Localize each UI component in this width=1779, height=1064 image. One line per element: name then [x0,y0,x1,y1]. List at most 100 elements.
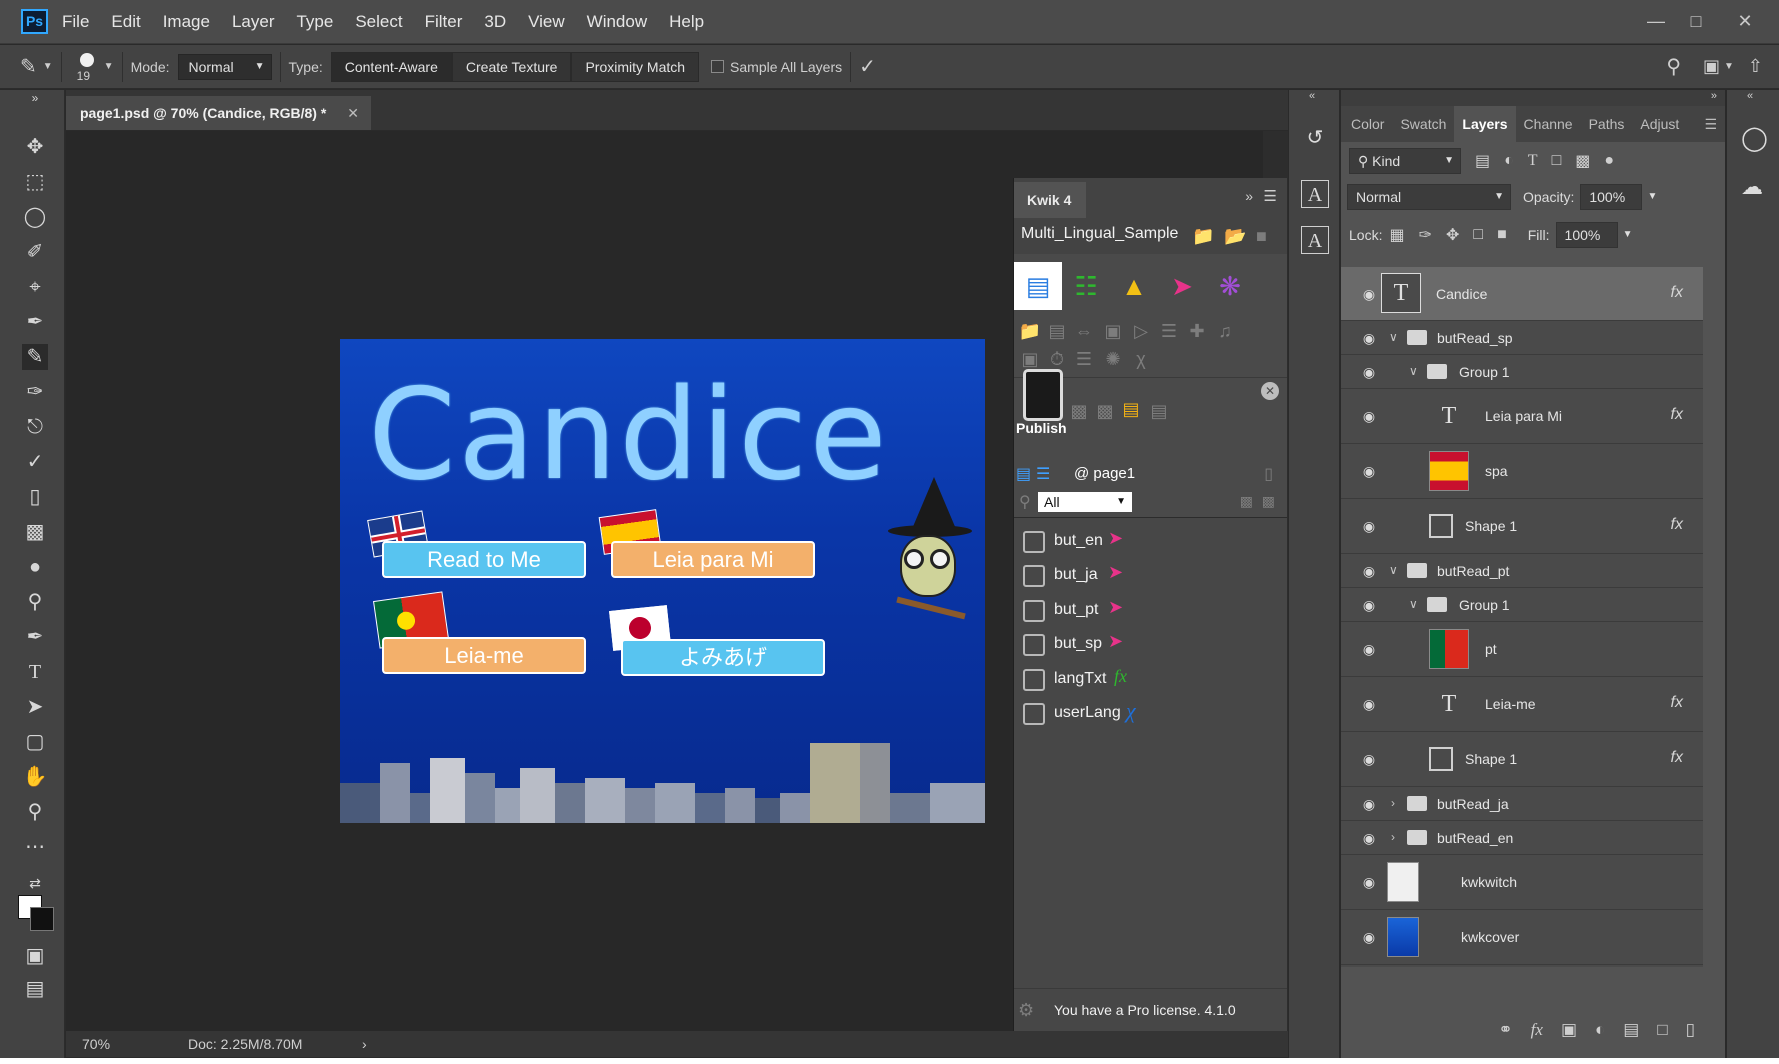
filter-toggle-icon[interactable]: ● [1604,152,1614,170]
leia-me-button[interactable]: Leia-me [382,637,586,674]
pressure-icon[interactable]: ✓ [859,54,876,79]
chevron-down-icon[interactable]: ∨ [1389,563,1398,577]
tab-channels[interactable]: Channe [1516,106,1581,142]
list-item[interactable]: langTxt fx [1014,662,1287,696]
kwik-image-icon[interactable]: ▣ [1100,318,1126,344]
eye-icon[interactable]: ◉ [1359,462,1379,480]
eye-icon[interactable]: ◉ [1359,873,1379,891]
eye-icon[interactable]: ◉ [1359,795,1379,813]
history-panel-icon[interactable]: ↺ [1301,124,1329,152]
menu-image[interactable]: Image [163,12,210,32]
kwik-page-row[interactable]: ▤ ☰ @ page1 ▯ [1014,462,1287,488]
layer-row[interactable]: ◉ T Leia-me fx [1341,677,1703,732]
layer-row[interactable]: ◉ › butRead_en [1341,821,1703,855]
kwik-publish-ios-icon[interactable]: ▩ [1092,398,1118,424]
workspace-icon[interactable]: ▣ [1703,56,1720,77]
filter-smart-icon[interactable]: ▩ [1575,151,1590,171]
type-tool-icon[interactable]: T [22,659,48,685]
document-canvas[interactable]: Candice Read to Me Leia para Mi Leia-me … [340,339,985,823]
layer-row[interactable]: ◉ Shape 1 fx [1341,732,1703,787]
layer-row[interactable]: ◉ ∨ butRead_sp [1341,321,1703,355]
list-item[interactable]: but_pt ➤ [1014,593,1287,627]
kind-select[interactable]: ⚲ Kind ▼ [1349,148,1461,174]
menu-file[interactable]: File [62,12,89,32]
kwik-spinner-icon[interactable]: ✺ [1100,346,1126,372]
fx-icon[interactable]: fx [1671,749,1683,767]
sample-all-layers-checkbox[interactable] [711,60,725,73]
kwik-filter-select[interactable]: All ▼ [1038,492,1132,512]
brush-chevron-icon[interactable]: ▼ [104,61,114,72]
menu-help[interactable]: Help [669,12,704,32]
adjustment-layer-icon[interactable]: ◐ [1595,1020,1605,1040]
screen-mode-icon[interactable]: ▤ [22,976,48,1002]
pen-tool-icon[interactable]: ✒ [22,624,48,650]
item-checkbox[interactable] [1023,703,1045,725]
share-icon[interactable]: ⇧ [1748,56,1763,77]
eye-icon[interactable]: ◉ [1359,285,1379,303]
create-texture-button[interactable]: Create Texture [451,51,572,82]
filter-type-icon[interactable]: T [1528,152,1538,170]
path-select-tool-icon[interactable]: ➤ [22,694,48,720]
eraser-tool-icon[interactable]: ▯ [22,484,48,510]
tab-paths[interactable]: Paths [1581,106,1633,142]
panel-collapse-bar[interactable]: » [1341,90,1725,106]
save-project-icon[interactable]: ■ [1256,220,1267,252]
lock-position-icon[interactable]: ✥ [1446,225,1459,245]
menu-layer[interactable]: Layer [232,12,275,32]
new-project-icon[interactable]: 📁 [1192,220,1214,252]
eye-icon[interactable]: ◉ [1359,829,1379,847]
kwik-video-icon[interactable]: ▷ [1128,318,1154,344]
panel-menu-icon[interactable]: ☰ [1696,106,1725,142]
menu-select[interactable]: Select [355,12,402,32]
kwik-publish-copy-icon[interactable]: ▤ [1146,398,1172,424]
new-group-icon[interactable]: ▤ [1623,1020,1639,1040]
kwik-pointer-icon[interactable]: ➤ [1158,262,1206,310]
doc-info[interactable]: Doc: 2.25M/8.70M [188,1031,302,1057]
filter-adjustment-icon[interactable]: ◐ [1504,152,1514,170]
kwik-move-icon[interactable]: ⇔ [1071,318,1097,344]
layer-row[interactable]: ◉ kwkcover [1341,910,1703,965]
fx-icon[interactable]: fx [1671,406,1683,424]
fx-icon[interactable]: fx [1671,516,1683,534]
menu-edit[interactable]: Edit [111,12,140,32]
workspace-chevron-icon[interactable]: ▼ [1724,61,1734,72]
brush-tool-icon[interactable]: ✑ [22,379,48,405]
lock-all-icon[interactable]: ■ [1497,226,1507,244]
eye-icon[interactable]: ◉ [1359,363,1379,381]
kwik-folder-icon[interactable]: 📁 [1017,318,1043,344]
learn-icon[interactable]: ◯ [1741,124,1768,153]
dodge-tool-icon[interactable]: ⚲ [22,589,48,615]
layer-row[interactable]: ◉ ∨ butRead_pt [1341,554,1703,588]
link-layers-icon[interactable]: ⚭ [1498,1020,1512,1040]
maximize-icon[interactable]: □ [1681,6,1711,36]
layer-row[interactable]: ◉ ∨ Group 1 [1341,355,1703,389]
eye-icon[interactable]: ◉ [1359,562,1379,580]
lock-pixels-icon[interactable]: ✑ [1419,225,1432,245]
expand-tools-icon[interactable]: » [22,90,48,106]
crop-tool-icon[interactable]: ⌖ [22,274,48,300]
lasso-tool-icon[interactable]: ◯ [22,204,48,230]
zoom-tool-icon[interactable]: ⚲ [22,799,48,825]
kwik-list-icon[interactable]: ☷ [1062,262,1110,310]
document-tab[interactable]: page1.psd @ 70% (Candice, RGB/8) * ✕ [66,96,371,130]
kwik-collapse-icon[interactable]: » [1245,188,1253,204]
tab-color[interactable]: Color [1341,106,1392,142]
filter-shape-icon[interactable]: □ [1552,152,1562,170]
blur-tool-icon[interactable]: ● [22,554,48,580]
proximity-match-button[interactable]: Proximity Match [571,51,700,82]
chevron-right-icon[interactable]: › [1391,830,1395,844]
new-layer-icon[interactable]: □ [1657,1020,1667,1040]
list-item[interactable]: but_en ➤ [1014,524,1287,558]
swap-colors-icon[interactable]: ⇄ [22,870,48,896]
dock-collapse-icon[interactable]: « [1309,90,1315,102]
fill-chevron-icon[interactable]: ▼ [1623,223,1633,247]
menu-type[interactable]: Type [296,12,333,32]
sample-all-layers-option[interactable]: Sample All Layers [711,59,842,75]
open-project-icon[interactable]: 📂 [1224,220,1246,252]
publish-label[interactable]: Publish [1016,420,1067,436]
shape-tool-icon[interactable]: ▢ [22,729,48,755]
layer-row[interactable]: ◉ spa [1341,444,1703,499]
stamp-tool-icon[interactable]: ⎋ [22,414,48,440]
kwik-filter-action2-icon[interactable]: ▩ [1262,493,1275,510]
minimize-icon[interactable]: — [1641,6,1671,36]
